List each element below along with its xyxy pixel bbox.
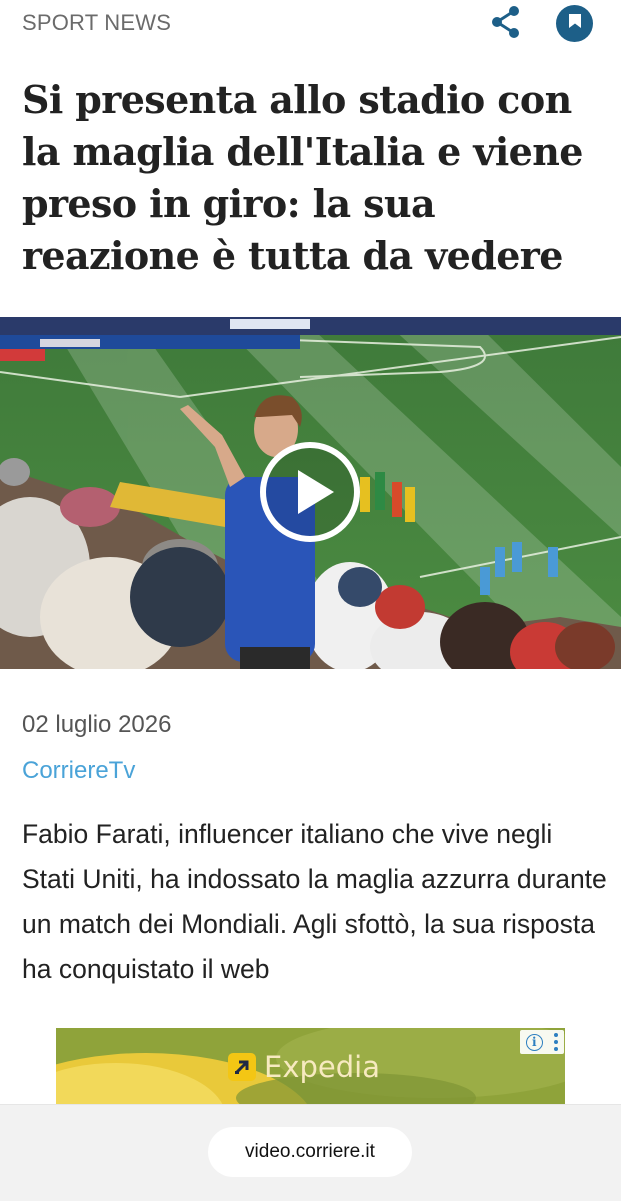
source-link[interactable]: CorriereTv — [22, 757, 135, 785]
browser-bottom-bar: video.corriere.it — [0, 1104, 621, 1201]
article-summary: Fabio Farati, influencer italiano che vi… — [22, 819, 607, 984]
expedia-logo-icon — [228, 1053, 256, 1081]
play-icon — [258, 442, 362, 548]
bookmark-button[interactable] — [556, 5, 593, 42]
share-icon — [490, 5, 522, 44]
section-label[interactable]: SPORT NEWS — [22, 10, 171, 36]
share-button[interactable] — [488, 5, 524, 44]
top-bar: SPORT NEWS — [0, 0, 621, 50]
ad-banner[interactable]: Expedia i — [56, 1028, 565, 1106]
ad-info-controls[interactable]: i — [520, 1030, 564, 1054]
bookmark-icon — [568, 13, 582, 34]
more-vertical-icon[interactable] — [554, 1033, 559, 1051]
ad-brand: Expedia — [264, 1050, 380, 1084]
play-button[interactable] — [258, 440, 362, 544]
info-icon[interactable]: i — [525, 1033, 543, 1051]
article-headline: Si presenta allo stadio con la maglia de… — [22, 77, 583, 278]
article-date: 02 luglio 2026 — [22, 711, 172, 738]
address-bar[interactable]: video.corriere.it — [208, 1127, 412, 1177]
ad-logo: Expedia — [228, 1050, 380, 1084]
